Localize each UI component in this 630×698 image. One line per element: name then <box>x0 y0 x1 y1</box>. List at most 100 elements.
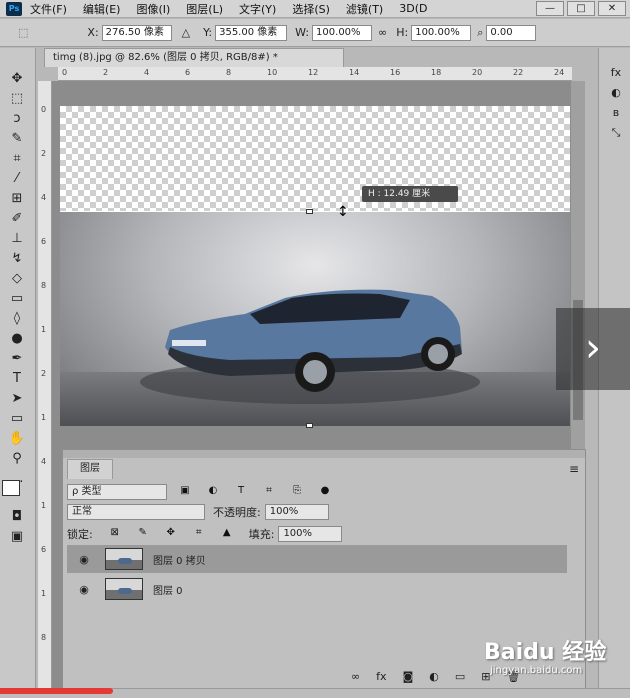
x-label: X: <box>87 26 99 39</box>
swatches-panel-icon[interactable]: ʙ <box>605 106 627 124</box>
kind-filter-select[interactable]: ρ 类型 <box>67 484 167 500</box>
window-controls: — □ ✕ <box>533 1 626 16</box>
h-field[interactable]: 100.00% <box>411 24 472 41</box>
layer-row-selected[interactable]: ◉ 图层 0 拷贝 <box>67 545 567 573</box>
opacity-field[interactable]: 100% <box>264 504 329 520</box>
pen-tool-icon[interactable]: ✒ <box>6 350 28 368</box>
link-icon[interactable]: ∞ <box>378 26 387 39</box>
adjustment-icon[interactable]: ◐ <box>429 670 439 683</box>
layer-thumbnail <box>105 578 143 600</box>
transform-icon: ⬚ <box>18 26 29 39</box>
layers-tab[interactable]: 图层 <box>67 459 113 479</box>
foreground-color-swatch[interactable] <box>2 480 20 496</box>
crop-tool-icon[interactable]: ⌗ <box>6 150 28 168</box>
document-tab[interactable]: timg (8).jpg @ 82.6% (图层 0 拷贝, RGB/8#) * <box>44 48 344 67</box>
ruler-tick-label: 2 <box>41 369 47 378</box>
path-select-tool-icon[interactable]: ➤ <box>6 390 28 408</box>
lock-transparent-icon[interactable]: ⊠ <box>107 527 123 541</box>
ruler-tick-label: 1 <box>41 413 47 422</box>
mask-icon[interactable]: ◙ <box>403 670 414 683</box>
folder-icon[interactable]: ▭ <box>455 670 465 683</box>
fill-field[interactable]: 100% <box>278 526 343 542</box>
menu-select[interactable]: 选择(S) <box>292 1 330 17</box>
baidu-watermark: Baidu 经验 <box>484 640 607 665</box>
ruler-tick-label: 0 <box>41 105 47 114</box>
stamp-tool-icon[interactable]: ⊥ <box>6 230 28 248</box>
adjustments-panel-icon[interactable]: ◐ <box>605 86 627 104</box>
ruler-vertical: 0 2 4 6 8 1 2 1 4 1 6 1 8 <box>38 81 52 698</box>
transparent-area <box>60 106 570 212</box>
menu-layer[interactable]: 图层(L) <box>186 1 223 17</box>
ruler-tick-label: 18 <box>431 68 442 77</box>
lock-position-icon[interactable]: ✥ <box>163 527 179 541</box>
type-filter-icon[interactable]: T <box>233 485 249 499</box>
angle-field[interactable]: 0.00 <box>486 24 537 41</box>
ruler-horizontal: 0 2 4 6 8 10 12 14 16 18 20 22 24 <box>58 67 572 81</box>
transform-bounding-edge <box>60 211 570 212</box>
video-progress-bar[interactable] <box>0 688 114 694</box>
layer-row[interactable]: ◉ 图层 0 <box>67 575 567 603</box>
visibility-eye-icon[interactable]: ◉ <box>75 583 93 596</box>
hand-tool-icon[interactable]: ✋ <box>6 430 28 448</box>
brush-tool-icon[interactable]: ✐ <box>6 210 28 228</box>
shape-filter-icon[interactable]: ⌗ <box>261 485 277 499</box>
shape-tool-icon[interactable]: ▭ <box>6 410 28 428</box>
y-field[interactable]: 355.00 像素 <box>215 24 288 41</box>
w-field[interactable]: 100.00% <box>312 24 373 41</box>
lock-image-icon[interactable]: ✎ <box>135 527 151 541</box>
document-tab-title: timg (8).jpg @ 82.6% (图层 0 拷贝, RGB/8#) * <box>53 52 278 63</box>
eyedropper-tool-icon[interactable]: ⁄ <box>6 170 28 188</box>
menu-type[interactable]: 文字(Y) <box>239 1 276 17</box>
quick-select-tool-icon[interactable]: ✎ <box>6 130 28 148</box>
ruler-tick-label: 0 <box>62 68 68 77</box>
artboard-lock-icon[interactable]: ⌗ <box>191 527 207 541</box>
marquee-tool-icon[interactable]: ⬚ <box>6 90 28 108</box>
lock-all-icon[interactable]: ▲ <box>219 527 235 541</box>
minimize-button[interactable]: — <box>536 1 564 16</box>
pixel-filter-icon[interactable]: ▣ <box>177 485 193 499</box>
filter-toggle-icon[interactable]: ● <box>317 485 333 499</box>
blur-tool-icon[interactable]: ◊ <box>6 310 28 328</box>
ruler-tick-label: 2 <box>103 68 109 77</box>
smart-object-filter-icon[interactable]: ⎘ <box>289 485 305 499</box>
close-button[interactable]: ✕ <box>598 1 626 16</box>
menu-image[interactable]: 图像(I) <box>136 1 170 17</box>
transform-handle-top[interactable] <box>306 209 313 214</box>
filter-row: ρ 类型 ▣ ◐ T ⌗ ⎘ ● <box>67 484 589 500</box>
paths-panel-icon[interactable]: ⤡ <box>605 126 627 144</box>
x-field[interactable]: 276.50 像素 <box>101 24 172 41</box>
visibility-eye-icon[interactable]: ◉ <box>75 553 93 566</box>
ruler-tick-label: 8 <box>41 633 47 642</box>
gradient-tool-icon[interactable]: ▭ <box>6 290 28 308</box>
y-label: Y: <box>203 26 213 39</box>
fx-icon[interactable]: fx <box>376 670 386 683</box>
panel-menu-icon[interactable]: ≡ <box>569 462 579 476</box>
next-slide-arrow-icon[interactable]: › <box>556 308 630 390</box>
adjustment-filter-icon[interactable]: ◐ <box>205 485 221 499</box>
zoom-tool-icon[interactable]: ⚲ <box>6 450 28 468</box>
ruler-tick-label: 14 <box>349 68 360 77</box>
lasso-tool-icon[interactable]: ↄ <box>6 110 28 128</box>
maximize-button[interactable]: □ <box>567 1 595 16</box>
blend-mode-select[interactable]: 正常 <box>67 504 205 520</box>
history-brush-tool-icon[interactable]: ↯ <box>6 250 28 268</box>
menu-filter[interactable]: 滤镜(T) <box>346 1 383 17</box>
eraser-tool-icon[interactable]: ◇ <box>6 270 28 288</box>
dodge-tool-icon[interactable]: ● <box>6 330 28 348</box>
fx-panel-icon[interactable]: fx <box>605 66 627 84</box>
menu-3d[interactable]: 3D(D <box>399 2 427 15</box>
ruler-tick-label: 4 <box>41 457 47 466</box>
blend-row: 正常 不透明度: 100% <box>67 504 589 520</box>
menu-edit[interactable]: 编辑(E) <box>83 1 121 17</box>
ruler-tick-label: 24 <box>554 68 565 77</box>
options-bar: ⬚ X: 276.50 像素 △ Y: 355.00 像素 W: 100.00%… <box>0 19 630 47</box>
healing-tool-icon[interactable]: ⊞ <box>6 190 28 208</box>
transform-handle-bottom[interactable] <box>306 423 313 428</box>
screen-mode-icon[interactable]: ▣ <box>6 528 28 546</box>
menu-file[interactable]: 文件(F) <box>30 1 67 17</box>
ruler-tick-label: 10 <box>267 68 278 77</box>
quick-mask-icon[interactable]: ◘ <box>6 508 28 526</box>
move-tool-icon[interactable]: ✥ <box>6 70 28 88</box>
link-layers-icon[interactable]: ∞ <box>351 670 360 683</box>
type-tool-icon[interactable]: T <box>6 370 28 388</box>
